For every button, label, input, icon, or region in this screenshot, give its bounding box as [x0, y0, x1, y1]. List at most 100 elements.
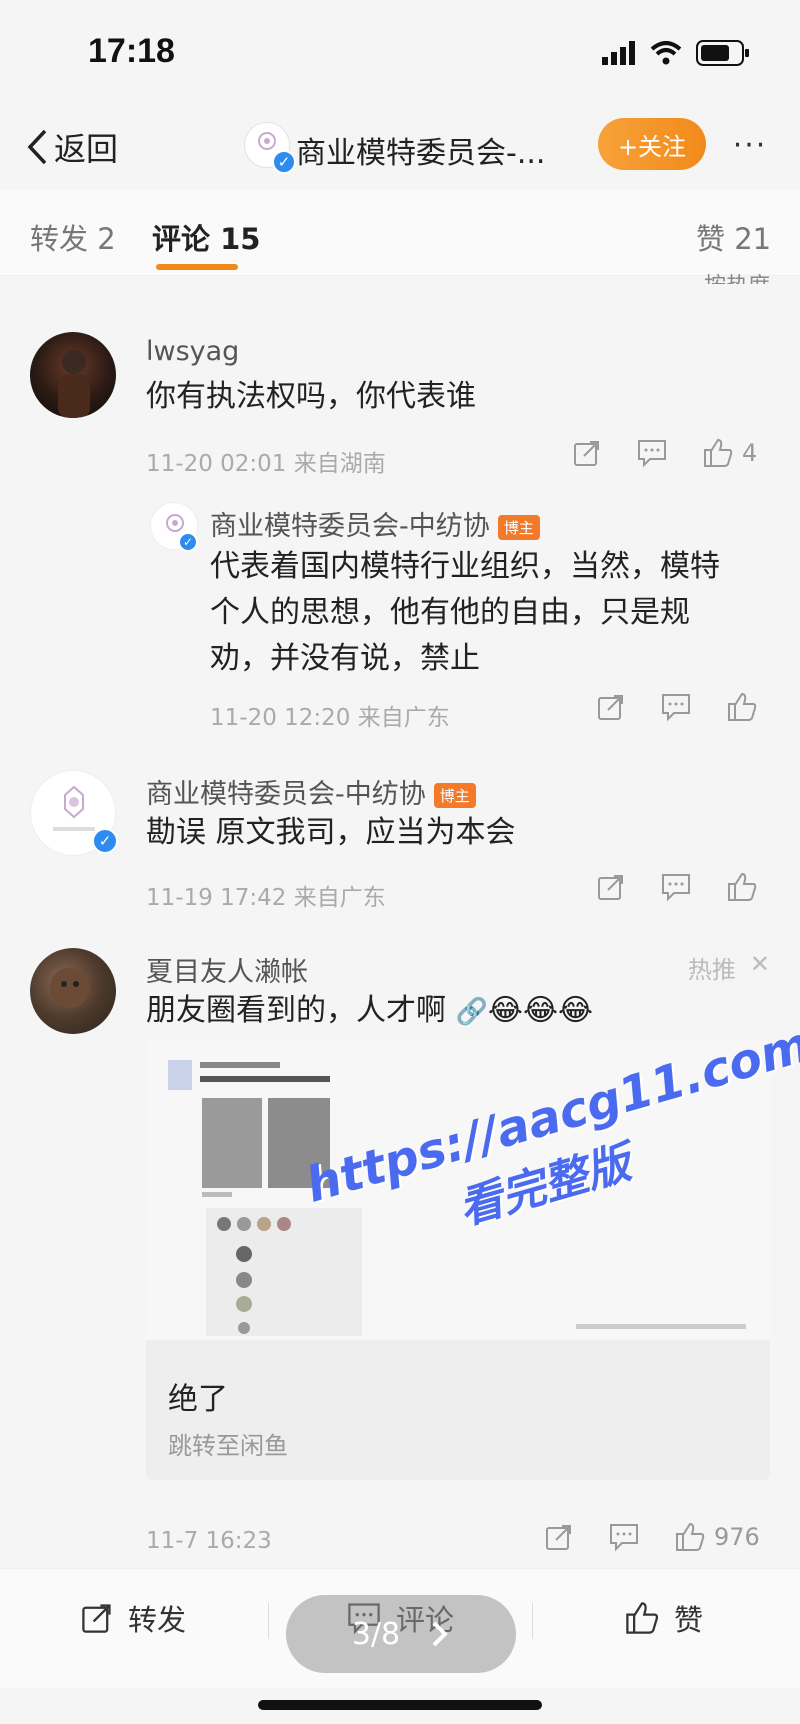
tab-likes[interactable]: 赞 21	[696, 216, 771, 258]
comment-username[interactable]: 夏目友人濑帐	[146, 950, 308, 989]
wifi-icon	[650, 41, 682, 65]
comment-text: 朋友圈看到的，人才啊 🔗😂😂😂	[146, 988, 593, 1035]
back-button[interactable]: 返回	[26, 122, 118, 172]
card-title: 绝了	[168, 1382, 228, 1417]
share-comment-button[interactable]	[544, 1522, 574, 1552]
sort-toggle[interactable]: 按热度	[704, 268, 770, 284]
share-icon	[598, 875, 623, 900]
image-pager[interactable]: 3/8	[286, 1595, 516, 1673]
comment-username[interactable]: 商业模特委员会-中纺协 博主	[146, 772, 476, 811]
comment-icon	[662, 874, 690, 902]
comment-icon	[638, 440, 666, 468]
comment-username-text: 商业模特委员会-中纺协	[146, 779, 426, 810]
screenshot-thumbnail-icon	[146, 1040, 770, 1340]
back-label: 返回	[54, 130, 119, 168]
comment-username[interactable]: lwsyag	[146, 336, 239, 367]
home-indicator[interactable]	[258, 1700, 542, 1710]
person-photo-icon	[58, 350, 90, 418]
avatar[interactable]	[30, 948, 116, 1034]
comment-text: 勘误 原文我司，应当为本会	[146, 815, 516, 850]
reply-text-line: 代表着国内模特行业组织，当然，模特	[210, 549, 720, 584]
nav-bar: 返回 ✓ 商业模特委员会-... +关注 ···	[0, 110, 800, 190]
pet-photo-icon	[50, 968, 90, 1008]
thumbs-up-icon	[728, 692, 757, 721]
status-icons	[602, 40, 750, 66]
reply-reply-button[interactable]	[660, 692, 692, 722]
follow-button[interactable]: +关注	[598, 118, 706, 170]
link-icon[interactable]: 🔗	[456, 997, 488, 1027]
tab-repost[interactable]: 转发 2	[30, 216, 116, 258]
reply-username[interactable]: 商业模特委员会-中纺协 博主	[210, 504, 540, 543]
tab-comments[interactable]: 评论 15	[152, 216, 260, 258]
like-label: 赞	[674, 1603, 704, 1637]
more-options-button[interactable]: ···	[722, 120, 778, 170]
tab-bar: 转发 2 评论 15 赞 21	[0, 190, 800, 276]
repost-button[interactable]: 转发	[80, 1597, 186, 1639]
share-comment-button[interactable]	[572, 438, 602, 468]
like-comment-button[interactable]: 4	[702, 438, 757, 468]
reply-text-line: 个人的思想，他有他的自由，只是规	[210, 595, 690, 630]
divider	[268, 1603, 269, 1639]
like-button[interactable]: 赞	[624, 1597, 703, 1639]
thumbs-up-icon	[626, 1602, 659, 1634]
thumbs-up-icon	[676, 1522, 705, 1551]
comment-text: 你有执法权吗，你代表谁	[146, 379, 476, 414]
repost-label: 转发	[128, 1603, 187, 1637]
shared-screenshot-image[interactable]	[146, 1040, 770, 1340]
comment-icon	[610, 1524, 638, 1552]
shared-link-card[interactable]: 绝了 跳转至闲鱼	[146, 1040, 770, 1480]
share-icon	[598, 695, 623, 720]
comment-actions	[596, 872, 758, 902]
like-count: 4	[742, 439, 758, 467]
close-icon[interactable]: ✕	[750, 950, 770, 985]
verified-badge-icon: ✓	[92, 828, 118, 854]
chevron-left-icon	[27, 129, 47, 165]
divider	[532, 1603, 533, 1639]
like-comment-button[interactable]	[726, 872, 758, 902]
status-bar: 17:18	[0, 0, 800, 110]
page-title: 商业模特委员会-...	[296, 136, 546, 171]
comment-actions: 976	[544, 1522, 760, 1552]
share-icon	[574, 441, 599, 466]
status-time: 17:18	[88, 32, 175, 70]
signal-icon	[602, 41, 635, 65]
comment-item: lwsyag 你有执法权吗，你代表谁 11-20 02:01 来自湖南 4 ✓ …	[0, 320, 800, 740]
comment-icon	[662, 694, 690, 722]
emoji-laugh-icon: 😂😂😂	[487, 993, 594, 1028]
bottom-action-bar: 转发 评论 赞 3/8	[0, 1568, 800, 1688]
reply-text-line: 劝，并没有说，禁止	[210, 641, 480, 676]
comment-actions: 4	[572, 438, 757, 468]
avatar[interactable]	[30, 332, 116, 418]
share-comment-button[interactable]	[596, 872, 626, 902]
comment-text-body: 朋友圈看到的，人才啊	[146, 993, 446, 1028]
card-subtitle: 跳转至闲鱼	[168, 1432, 288, 1460]
active-tab-indicator	[156, 264, 238, 270]
author-badge: 博主	[497, 515, 540, 540]
share-icon	[82, 1604, 111, 1633]
verified-badge-icon: ✓	[178, 532, 198, 552]
verified-badge-icon: ✓	[272, 150, 296, 174]
hot-tag: 热推 ✕	[688, 950, 770, 985]
author-badge: 博主	[433, 783, 476, 808]
battery-icon	[696, 40, 749, 66]
comment-item: 夏目友人濑帐 热推 ✕ 朋友圈看到的，人才啊 🔗😂😂😂 绝了 跳转至闲鱼 11-…	[0, 940, 800, 1560]
thumbs-up-icon	[704, 438, 733, 467]
reply-username-text: 商业模特委员会-中纺协	[210, 511, 490, 542]
comment-meta: 11-7 16:23	[146, 1528, 272, 1554]
reply-actions	[596, 692, 758, 722]
chevron-right-icon	[432, 1621, 448, 1647]
like-comment-button[interactable]: 976	[674, 1522, 760, 1552]
pager-count: 3/8	[351, 1616, 401, 1652]
comment-meta: 11-19 17:42 来自广东	[146, 885, 386, 911]
reply-comment-button[interactable]	[608, 1522, 640, 1552]
hot-label: 热推	[687, 956, 736, 984]
share-icon	[546, 1525, 571, 1550]
reply-comment-button[interactable]	[636, 438, 668, 468]
like-reply-button[interactable]	[726, 692, 758, 722]
share-reply-button[interactable]	[596, 692, 626, 722]
reply-comment-button[interactable]	[660, 872, 692, 902]
comment-meta: 11-20 02:01 来自湖南	[146, 451, 386, 477]
thumbs-up-icon	[728, 872, 757, 901]
like-count: 976	[714, 1523, 760, 1551]
reply-meta: 11-20 12:20 来自广东	[210, 705, 450, 731]
